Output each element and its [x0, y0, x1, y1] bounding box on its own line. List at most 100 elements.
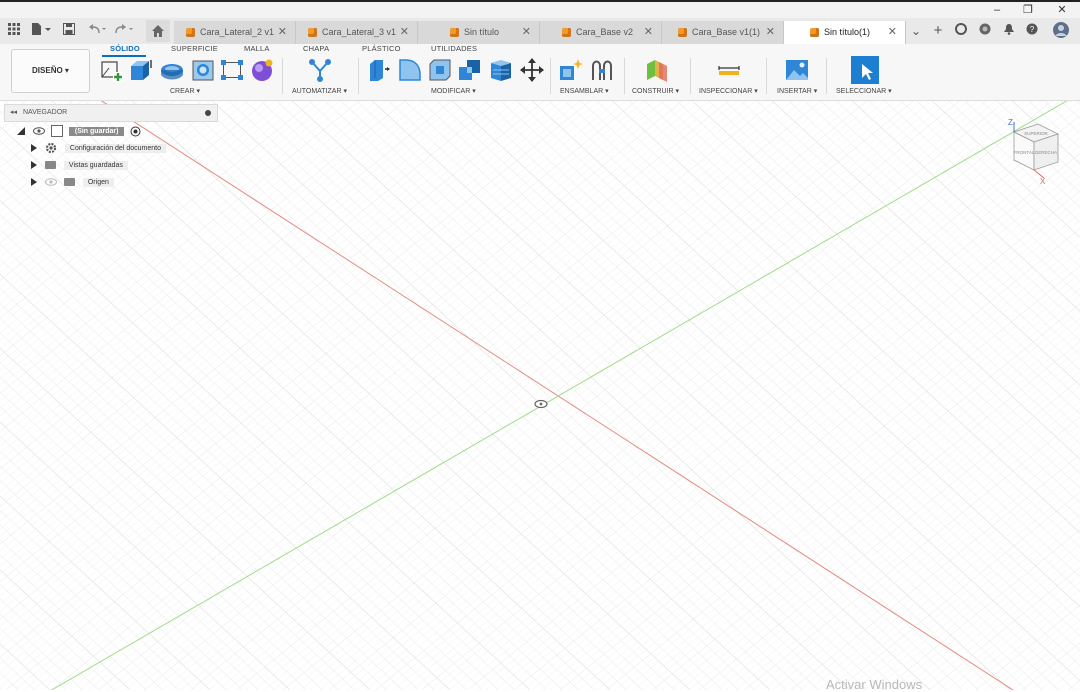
notifications-icon[interactable]: [1000, 22, 1018, 40]
group-ensamblar[interactable]: ENSAMBLAR ▾: [560, 87, 609, 95]
tab-chapa[interactable]: CHAPA: [303, 44, 329, 53]
combine-icon[interactable]: [458, 58, 480, 80]
tab-cara-lateral-3[interactable]: Cara_Lateral_3 v1 ✕: [296, 21, 418, 44]
press-pull-icon[interactable]: [367, 58, 390, 81]
create-sketch-icon[interactable]: [99, 58, 123, 82]
insert-image-icon[interactable]: [785, 58, 808, 80]
root-component-label: (Sin guardar): [68, 127, 125, 136]
tab-close-icon[interactable]: ✕: [400, 21, 409, 44]
user-avatar-icon[interactable]: [1052, 22, 1070, 40]
group-automatizar[interactable]: AUTOMATIZAR ▾: [292, 87, 347, 95]
select-icon[interactable]: [851, 56, 879, 84]
tab-close-icon[interactable]: ✕: [888, 21, 897, 44]
save-icon[interactable]: [62, 21, 76, 41]
visibility-eye-icon[interactable]: [44, 178, 57, 186]
file-icon[interactable]: [30, 21, 52, 41]
close-window-button[interactable]: ✕: [1050, 2, 1074, 18]
group-separator: [690, 58, 691, 94]
tab-close-icon[interactable]: ✕: [644, 21, 653, 44]
help-icon[interactable]: ?: [1023, 22, 1041, 40]
pattern-icon[interactable]: [220, 58, 243, 80]
tab-cara-base-v2[interactable]: Cara_Base v2 ✕: [540, 21, 662, 44]
tab-close-icon[interactable]: ✕: [522, 21, 531, 44]
tab-plastico[interactable]: PLÁSTICO: [362, 44, 401, 53]
activate-radio-icon[interactable]: [130, 126, 141, 137]
browser-panel: ◂◂ NAVEGADOR: [4, 104, 218, 122]
ribbon-toolbar: DISEÑO ▾ SÓLIDO SUPERFICIE MALLA CHAPA P…: [0, 44, 1080, 101]
tab-malla[interactable]: MALLA: [244, 44, 270, 53]
browser-item-label: Vistas guardadas: [63, 161, 128, 170]
tab-sin-titulo-1[interactable]: Sin título(1) ✕: [784, 21, 906, 44]
move-icon[interactable]: [520, 58, 544, 82]
workspace-dropdown[interactable]: DISEÑO ▾: [11, 49, 90, 93]
browser-item-saved-views[interactable]: Vistas guardadas: [31, 159, 128, 173]
offset-plane-icon[interactable]: [645, 58, 667, 82]
group-separator: [766, 58, 767, 94]
browser-item-document-settings[interactable]: Configuración del documento: [31, 142, 166, 156]
tab-label: Cara_Base v2: [576, 27, 634, 37]
group-inspeccionar[interactable]: INSPECCIONAR ▾: [699, 87, 758, 95]
tab-utilidades[interactable]: UTILIDADES: [431, 44, 477, 53]
home-icon[interactable]: [146, 20, 170, 42]
minimize-button[interactable]: –: [985, 2, 1009, 18]
tab-cara-base-v1-1[interactable]: Cara_Base v1(1) ✕: [662, 21, 784, 44]
redo-icon[interactable]: [113, 21, 135, 41]
tab-label: Cara_Lateral_2 v1: [200, 27, 275, 37]
document-cube-icon: [810, 28, 819, 37]
group-insertar[interactable]: INSERTAR ▾: [777, 87, 817, 95]
undo-icon[interactable]: [86, 21, 108, 41]
new-tab-button[interactable]: +: [929, 22, 947, 40]
new-component-icon[interactable]: [559, 58, 583, 80]
expand-arrow-icon[interactable]: [31, 144, 37, 153]
network-icon[interactable]: [976, 22, 994, 40]
hole-icon[interactable]: [191, 58, 214, 81]
fillet-icon[interactable]: [398, 58, 421, 81]
group-construir[interactable]: CONSTRUIR ▾: [632, 87, 679, 95]
collapse-panel-icon[interactable]: ◂◂: [10, 105, 17, 121]
tab-cara-lateral-2[interactable]: Cara_Lateral_2 v1 ✕: [174, 21, 296, 44]
browser-item-origin[interactable]: Origen: [31, 176, 114, 190]
create-form-icon[interactable]: [250, 58, 273, 81]
origin-icon[interactable]: [534, 399, 548, 409]
job-status-icon[interactable]: [952, 22, 970, 40]
x-axis-label: X: [1040, 177, 1046, 186]
collapse-triangle-icon[interactable]: [16, 126, 26, 136]
group-seleccionar[interactable]: SELECCIONAR ▾: [836, 87, 892, 95]
group-separator: [282, 58, 283, 94]
tab-sin-titulo[interactable]: Sin título ✕: [418, 21, 540, 44]
grid-icon[interactable]: [6, 21, 22, 41]
group-modificar[interactable]: MODIFICAR ▾: [431, 87, 476, 95]
tab-superficie[interactable]: SUPERFICIE: [171, 44, 218, 53]
viewcube[interactable]: SUPERIOR FRONTAL DERECHA Z X: [1000, 118, 1066, 188]
3d-viewport[interactable]: [0, 101, 1080, 690]
tab-close-icon[interactable]: ✕: [766, 21, 775, 44]
tab-close-icon[interactable]: ✕: [278, 21, 287, 44]
restore-button[interactable]: ❐: [1016, 2, 1040, 18]
visibility-eye-icon[interactable]: [32, 127, 45, 135]
ground-grid: [0, 101, 1080, 690]
tab-label: Cara_Lateral_3 v1: [322, 27, 397, 37]
svg-text:?: ?: [1030, 25, 1035, 34]
tab-overflow-button[interactable]: ⌄: [907, 22, 925, 40]
document-cube-icon: [562, 28, 571, 37]
document-cube-icon: [450, 28, 459, 37]
joint-icon[interactable]: [590, 58, 612, 80]
expand-arrow-icon[interactable]: [31, 178, 37, 187]
folder-icon: [44, 161, 56, 170]
document-cube-icon: [678, 28, 687, 37]
group-crear[interactable]: CREAR ▾: [170, 87, 200, 95]
group-separator: [624, 58, 625, 94]
shell-icon[interactable]: [489, 58, 511, 81]
revolve-icon[interactable]: [160, 58, 183, 80]
z-axis-label: Z: [1008, 118, 1013, 127]
automate-icon[interactable]: [308, 58, 331, 82]
tab-label: Sin título(1): [824, 27, 871, 37]
pin-icon[interactable]: [205, 110, 211, 116]
measure-icon[interactable]: [717, 58, 740, 80]
chamfer-icon[interactable]: [428, 58, 451, 81]
tab-solido[interactable]: SÓLIDO: [110, 44, 140, 53]
expand-arrow-icon[interactable]: [31, 161, 37, 170]
viewcube-top-label: SUPERIOR: [1024, 131, 1048, 136]
extrude-icon[interactable]: [129, 58, 152, 80]
browser-root-row[interactable]: (Sin guardar): [16, 125, 141, 139]
